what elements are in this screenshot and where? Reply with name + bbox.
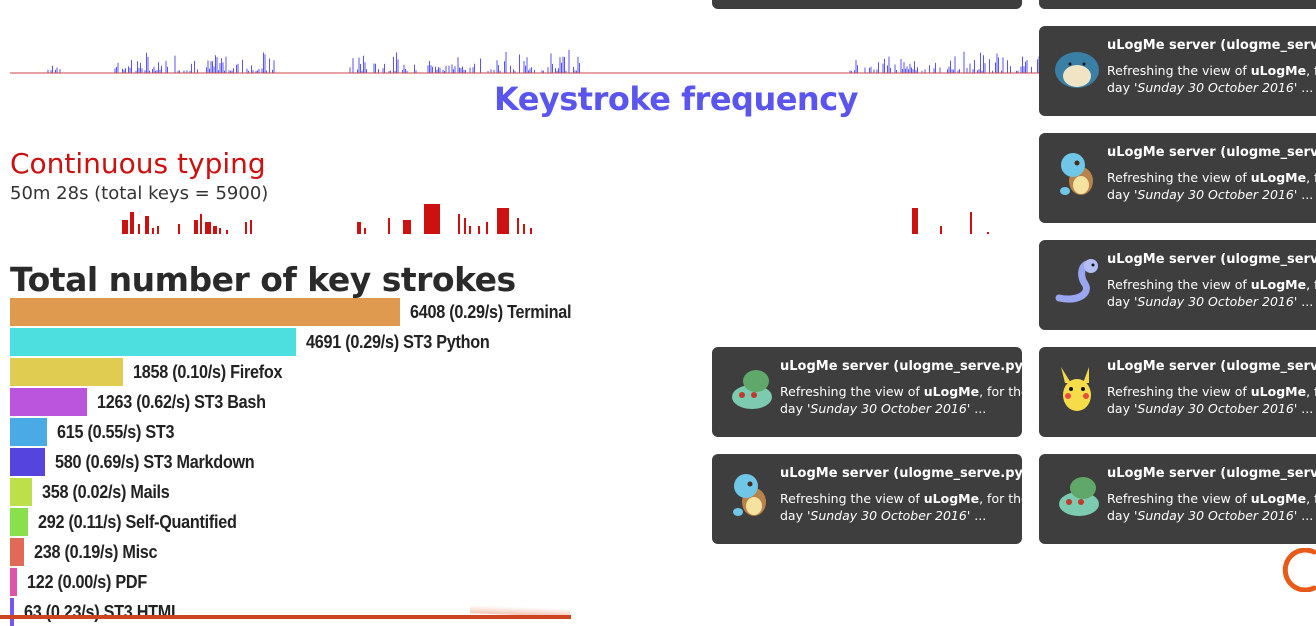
notification-partial[interactable] (1039, 0, 1316, 9)
typing-bar (523, 224, 525, 234)
key-strokes-bar (10, 538, 24, 566)
notification-body: Refreshing the view of uLogMe, for theda… (1107, 277, 1316, 309)
typing-bar (517, 218, 519, 234)
typing-bar (122, 220, 128, 234)
typing-bar (200, 214, 202, 234)
typing-bar (912, 208, 918, 234)
typing-bar (970, 212, 972, 234)
dratini-icon (1055, 259, 1098, 303)
notification-toast[interactable]: uLogMe server (ulogme_serve.py) Refreshin… (1039, 26, 1316, 116)
notification-toast[interactable]: uLogMe server (ulogme_serve.py) Refreshin… (712, 454, 1022, 544)
key-strokes-bar-label: 4691 (0.29/s) ST3 Python (306, 332, 490, 352)
notification-body: Refreshing the view of uLogMe, for theda… (1107, 170, 1316, 202)
notification-partial[interactable] (712, 0, 1022, 9)
typing-bar (157, 226, 159, 234)
key-strokes-bar-label: 6408 (0.29/s) Terminal (410, 302, 572, 322)
notification-toast[interactable]: uLogMe server (ulogme_serve.py) Refreshin… (1039, 347, 1316, 437)
key-strokes-bar (10, 598, 14, 626)
typing-bar (178, 224, 180, 234)
notification-body: Refreshing the view of uLogMe, for theda… (1107, 384, 1316, 416)
typing-bar (478, 226, 480, 234)
key-strokes-bar-label: 615 (0.55/s) ST3 (57, 422, 175, 442)
typing-bar (987, 232, 989, 234)
continuous-typing-bars (122, 204, 989, 234)
typing-bar (464, 218, 466, 234)
keystroke-frequency-bars (47, 49, 1061, 73)
bottom-rule (0, 615, 571, 619)
typing-bar (497, 208, 509, 234)
typing-bar (424, 204, 440, 234)
key-strokes-bar-label: 358 (0.02/s) Mails (42, 482, 170, 502)
typing-bar (469, 226, 471, 234)
continuous-typing-summary: 50m 28s (total keys = 5900) (10, 183, 269, 204)
key-strokes-bar (10, 418, 47, 446)
key-strokes-bar-label: 1263 (0.62/s) ST3 Bash (97, 392, 266, 412)
key-strokes-bar-label: 580 (0.69/s) ST3 Markdown (55, 452, 255, 472)
key-strokes-bar-label: 292 (0.11/s) Self-Quantified (38, 512, 237, 532)
notification-toast[interactable]: uLogMe server (ulogme_serve.py) Refreshin… (1039, 454, 1316, 544)
typing-bar (245, 222, 247, 234)
typing-bar (357, 222, 361, 234)
notification-body: Refreshing the view of uLogMe, for theda… (1107, 63, 1316, 95)
notification-body: Refreshing the view of uLogMe, for theda… (780, 491, 1022, 523)
typing-bar (130, 212, 134, 234)
typing-bar (226, 230, 228, 234)
notification-toast[interactable]: uLogMe server (ulogme_serve.py) Refreshin… (1039, 133, 1316, 223)
typing-bar (205, 222, 211, 234)
key-strokes-bar (10, 388, 87, 416)
key-strokes-bar (10, 328, 296, 356)
typing-bar (250, 220, 252, 234)
notification-body: Refreshing the view of uLogMe, for theda… (1107, 491, 1316, 523)
key-strokes-bar-label: 238 (0.19/s) Misc (34, 542, 158, 562)
typing-bar (530, 228, 532, 234)
typing-bar (458, 214, 460, 234)
typing-bar (194, 220, 198, 234)
key-strokes-bar (10, 298, 400, 326)
key-strokes-bar (10, 358, 123, 386)
typing-bar (364, 228, 366, 234)
notification-title: uLogMe server (ulogme_serve.py) (1107, 145, 1316, 160)
key-strokes-bar (10, 448, 45, 476)
key-strokes-bar-label: 1858 (0.10/s) Firefox (133, 362, 283, 382)
loading-spinner-icon (1282, 548, 1316, 592)
notification-body: Refreshing the view of uLogMe, for theda… (780, 384, 1022, 416)
typing-bar (940, 226, 942, 234)
notification-title: uLogMe server (ulogme_serve.py) (780, 466, 1022, 481)
notification-title: uLogMe server (ulogme_serve.py) (1107, 466, 1316, 481)
typing-bar (403, 220, 411, 234)
typing-bar (219, 228, 221, 234)
bulbasaur-icon (1059, 477, 1099, 516)
squirtle-icon (733, 474, 766, 516)
bulbasaur-icon (732, 370, 772, 409)
typing-bar (213, 226, 217, 234)
continuous-typing-title: Continuous typing (10, 147, 266, 180)
notification-toast[interactable]: uLogMe server (ulogme_serve.py) Refreshin… (712, 347, 1022, 437)
frequency-spikes (47, 49, 1061, 73)
squirtle-icon (1060, 153, 1093, 195)
notification-toast[interactable]: uLogMe server (ulogme_serve.py) Refreshin… (1039, 240, 1316, 330)
typing-bar (486, 222, 488, 234)
typing-bar (145, 216, 149, 234)
key-strokes-bar-label: 63 (0.23/s) ST3 HTML (24, 602, 181, 622)
typing-bar (152, 228, 154, 234)
key-strokes-title: Total number of key strokes (10, 260, 516, 299)
snorlax-icon (1055, 52, 1099, 88)
notification-title: uLogMe server (ulogme_serve.py) (1107, 252, 1316, 267)
key-strokes-bar (10, 478, 32, 506)
typing-bar (138, 224, 140, 234)
pikachu-icon (1061, 367, 1091, 411)
notification-title: uLogMe server (ulogme_serve.py) (780, 359, 1022, 374)
key-strokes-bar-label: 122 (0.00/s) PDF (27, 572, 147, 592)
notification-title: uLogMe server (ulogme_serve.py) (1107, 38, 1316, 53)
notification-title: uLogMe server (ulogme_serve.py) (1107, 359, 1316, 374)
key-strokes-bar (10, 568, 17, 596)
typing-bar (388, 218, 390, 234)
key-strokes-bar (10, 508, 28, 536)
